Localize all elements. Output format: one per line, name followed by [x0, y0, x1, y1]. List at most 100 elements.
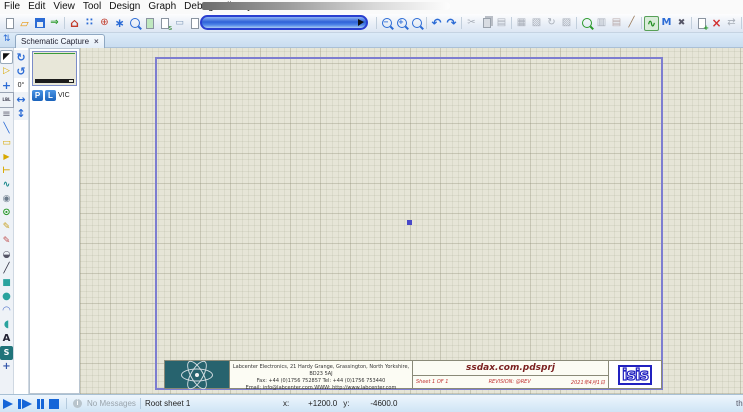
menu-tool[interactable]: Tool — [79, 0, 105, 14]
proteus-isis-window: { "menu_bar": { "items": ["File", "Edit"… — [0, 0, 743, 412]
mirror-horizontal-icon[interactable]: ↔ — [14, 92, 28, 106]
wire-label-mode-icon[interactable]: LBL — [0, 92, 14, 108]
library-manager-button[interactable]: L — [45, 90, 56, 101]
virtual-instrument-mode-icon[interactable]: ◒ — [0, 248, 13, 262]
terminal-mode-icon[interactable]: ▶ — [0, 150, 13, 164]
menu-design[interactable]: Design — [105, 0, 144, 14]
toolbar-separator — [461, 17, 462, 29]
import-legacy-icon[interactable]: ⇒ — [47, 16, 62, 31]
new-file-icon[interactable] — [2, 16, 17, 31]
step-button[interactable] — [18, 399, 32, 409]
run-button[interactable] — [3, 399, 13, 409]
2d-line-mode-icon[interactable]: ╱ — [0, 262, 13, 276]
center-at-cursor-icon[interactable]: ∗ — [112, 16, 127, 31]
pick-devices-button[interactable]: P — [32, 90, 43, 101]
pause-button[interactable] — [37, 399, 44, 409]
pick-parts-icon[interactable] — [579, 16, 594, 31]
cut-icon[interactable]: ✂ — [464, 16, 479, 31]
tab-close-icon[interactable]: × — [94, 37, 99, 46]
dock-icon[interactable]: ⇅ — [3, 34, 11, 44]
voltage-probe-mode-icon[interactable]: ✎ — [0, 220, 13, 234]
selector-toolbar: P L VIC — [32, 90, 70, 101]
graph-mode-icon[interactable]: ∿ — [0, 178, 13, 192]
2d-path-mode-icon[interactable]: ◖ — [0, 318, 13, 332]
schematic-canvas[interactable]: Labcenter Electronics, 21 Hardy Grange, … — [80, 48, 743, 394]
message-area[interactable]: No Messages — [87, 399, 136, 408]
block-delete-icon[interactable]: ▨ — [559, 16, 574, 31]
search-and-tag-icon[interactable]: M — [659, 16, 674, 31]
design-explorer-icon[interactable] — [142, 16, 157, 31]
project-filename: ssdax.com.pdsprj — [413, 361, 608, 376]
selection-mode-icon[interactable]: ◤ — [0, 50, 13, 64]
goto-sheet-icon[interactable]: ⇄ — [724, 16, 739, 31]
device-list-item[interactable]: VIC — [58, 92, 70, 99]
redo-icon[interactable]: ↷ — [444, 16, 459, 31]
2d-arc-mode-icon[interactable]: ◠ — [0, 304, 13, 318]
script-editor-icon[interactable]: s — [157, 16, 172, 31]
info-icon: i — [73, 399, 82, 408]
menu-graph[interactable]: Graph — [144, 0, 180, 14]
menu-view[interactable]: View — [49, 0, 79, 14]
object-selector[interactable]: P L VIC — [29, 48, 80, 394]
generator-mode-icon[interactable]: ⊙ — [0, 206, 13, 220]
y-label: y: — [343, 399, 349, 408]
2d-symbol-mode-icon[interactable]: S — [0, 346, 13, 360]
open-project-icon[interactable]: ▱ — [17, 16, 32, 31]
subcircuit-mode-icon[interactable]: ▭ — [0, 136, 13, 150]
sheet-meta-row: Sheet 1 OF 1 REVISION: @REV 2021年4月1日 — [413, 376, 608, 388]
copy-icon[interactable] — [479, 16, 494, 31]
home-icon[interactable]: ⌂ — [67, 16, 82, 31]
stop-button[interactable] — [49, 399, 59, 409]
toggle-grid-icon[interactable]: ∷ — [82, 16, 97, 31]
tape-recorder-mode-icon[interactable]: ◉ — [0, 192, 13, 206]
rotate-anticlockwise-icon[interactable]: ↺ — [14, 64, 28, 78]
save-project-icon[interactable] — [32, 16, 47, 31]
mirror-vertical-icon[interactable]: ↕ — [14, 106, 28, 120]
stretched-slider-artifact — [200, 15, 368, 30]
block-copy-icon[interactable]: ▦ — [514, 16, 529, 31]
text-block-icon[interactable]: ▭ — [172, 16, 187, 31]
toolbar-separator — [64, 17, 65, 29]
tab-schematic-capture[interactable]: Schematic Capture × — [15, 34, 105, 48]
tab-label: Schematic Capture — [21, 37, 89, 46]
find-part-icon[interactable] — [127, 16, 142, 31]
remove-sheet-icon[interactable]: × — [709, 16, 724, 31]
toolbar-separator — [741, 17, 742, 29]
overview-window[interactable] — [32, 51, 77, 86]
2d-box-mode-icon[interactable]: ■ — [0, 276, 13, 290]
overview-notch — [69, 80, 73, 82]
menu-file[interactable]: File — [0, 0, 24, 14]
block-move-icon[interactable]: ▧ — [529, 16, 544, 31]
component-mode-icon[interactable]: ▷ — [0, 64, 13, 78]
current-probe-mode-icon[interactable]: ✎ — [0, 234, 13, 248]
2d-circle-mode-icon[interactable]: ● — [0, 290, 13, 304]
paste-icon[interactable]: ▤ — [494, 16, 509, 31]
rotate-clockwise-icon[interactable]: ↻ — [14, 50, 28, 64]
zoom-extents-icon[interactable] — [409, 16, 424, 31]
text-script-mode-icon[interactable]: ≡ — [0, 108, 13, 122]
property-assignment-icon[interactable]: ✖ — [674, 16, 689, 31]
packaging-tool-icon[interactable]: ▤ — [609, 16, 624, 31]
device-pin-mode-icon[interactable]: ⊢ — [0, 164, 13, 178]
block-rotate-icon[interactable]: ↻ — [544, 16, 559, 31]
make-device-icon[interactable]: ▥ — [594, 16, 609, 31]
separator — [140, 398, 141, 409]
zoom-in-icon[interactable]: + — [394, 16, 409, 31]
isis-logo-cell: isis — [608, 361, 661, 388]
atom-nucleus-icon — [195, 373, 199, 377]
undo-icon[interactable]: ↶ — [429, 16, 444, 31]
date-label: 2021年4月1日 — [571, 379, 605, 386]
overview-top-line — [34, 53, 75, 54]
wire-autorouter-icon[interactable]: ∿ — [644, 16, 659, 31]
decompose-icon[interactable]: ╱ — [624, 16, 639, 31]
new-sheet-icon[interactable]: + — [694, 16, 709, 31]
zoom-out-icon[interactable]: − — [379, 16, 394, 31]
bus-mode-icon[interactable]: ╲ — [0, 122, 13, 136]
menu-edit[interactable]: Edit — [24, 0, 49, 14]
2d-marker-mode-icon[interactable]: + — [0, 360, 13, 374]
false-origin-icon[interactable]: ⊕ — [97, 16, 112, 31]
2d-text-mode-icon[interactable]: A — [0, 332, 13, 346]
junction-dot-mode-icon[interactable]: + — [0, 78, 13, 92]
sheet-number: Sheet 1 OF 1 — [416, 379, 448, 385]
title-fields: ssdax.com.pdsprj Sheet 1 OF 1 REVISION: … — [412, 361, 608, 388]
